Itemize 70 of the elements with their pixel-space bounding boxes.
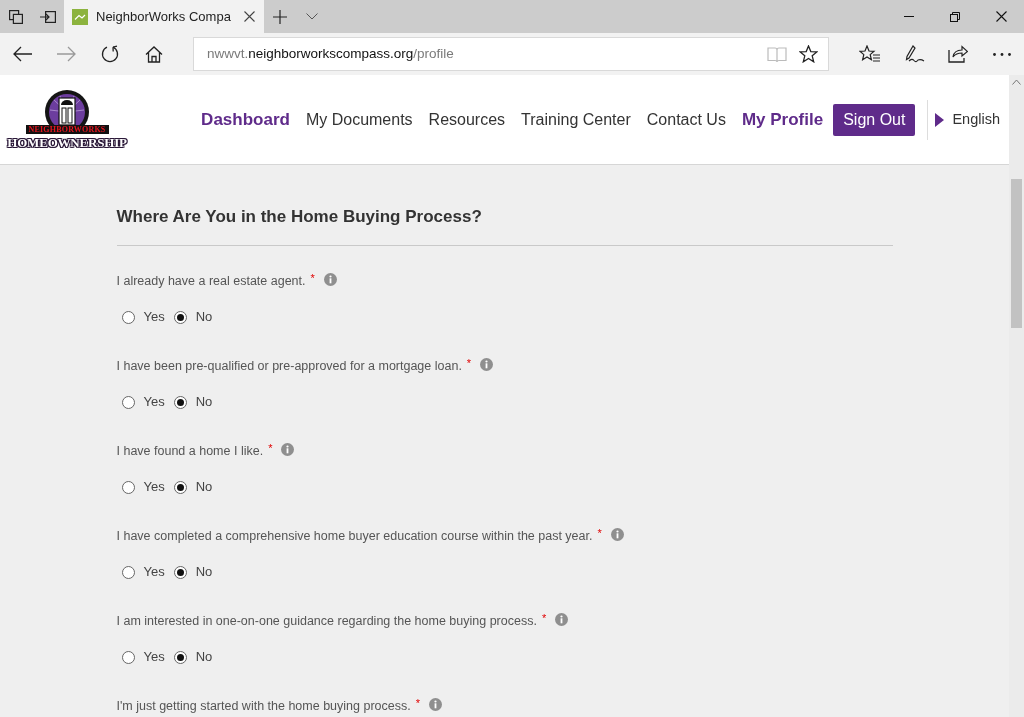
chevron-down-icon[interactable]	[306, 13, 318, 20]
nav-link[interactable]: Dashboard	[201, 108, 290, 131]
nav-link[interactable]: My Documents	[305, 108, 413, 131]
close-icon[interactable]	[995, 11, 1007, 22]
option-label[interactable]: Yes	[143, 478, 165, 496]
browser-tab[interactable]: NeighborWorks Compa	[64, 0, 264, 33]
question-text: I'm just getting started with the home buying process.	[116, 698, 411, 715]
share-icon[interactable]	[948, 45, 968, 63]
radio-button[interactable]	[173, 480, 187, 494]
info-icon[interactable]	[480, 357, 494, 371]
chevron-up-icon[interactable]	[1012, 79, 1021, 85]
nav-link[interactable]: Contact Us	[646, 108, 726, 131]
nav-link[interactable]: Training Center	[521, 108, 631, 131]
section-heading: Where Are You in the Home Buying Process?	[116, 206, 483, 228]
question-text: I already have a real estate agent.	[116, 273, 306, 290]
stacked-windows-icon[interactable]	[9, 9, 23, 24]
refresh-icon[interactable]	[101, 45, 119, 63]
info-icon[interactable]	[610, 527, 624, 541]
logo-wordmark: HOMEOWNERSHIP	[7, 134, 127, 150]
close-icon[interactable]	[244, 11, 255, 22]
scrollbar-thumb[interactable]	[1011, 179, 1022, 328]
info-icon[interactable]	[323, 272, 337, 286]
question-text: I have been pre-qualified or pre-approved for a mortgage loan.	[116, 358, 462, 375]
triangle-right-icon[interactable]	[935, 112, 945, 127]
favicon-icon	[72, 8, 88, 25]
option-label[interactable]: No	[195, 648, 213, 666]
question-text: I have found a home I like.	[116, 443, 264, 460]
star-list-icon[interactable]	[859, 45, 881, 63]
radio-button[interactable]	[121, 310, 135, 324]
required-mark: *	[597, 526, 602, 541]
radio-button[interactable]	[173, 310, 187, 324]
option-label[interactable]: Yes	[143, 648, 165, 666]
address-field[interactable]: nwwvt.neighborworkscompass.org/profile	[193, 37, 829, 71]
option-label[interactable]: No	[195, 478, 213, 496]
required-mark: *	[268, 441, 273, 456]
pen-icon[interactable]	[903, 45, 925, 63]
required-mark: *	[415, 696, 420, 711]
back-icon[interactable]	[12, 46, 32, 62]
question-text: I am interested in one-on-one guidance regarding the home buying process.	[116, 613, 537, 630]
more-icon[interactable]	[993, 52, 1011, 56]
option-label[interactable]: No	[195, 563, 213, 581]
info-icon[interactable]	[555, 612, 569, 626]
nav-link[interactable]: My Profile	[741, 108, 824, 131]
required-mark: *	[310, 271, 315, 286]
required-mark: *	[541, 611, 547, 626]
home-icon[interactable]	[145, 45, 163, 63]
radio-button[interactable]	[121, 480, 135, 494]
option-label[interactable]: No	[195, 308, 213, 326]
option-label[interactable]: Yes	[143, 308, 165, 326]
star-icon[interactable]	[799, 45, 818, 63]
language-selector[interactable]: English	[952, 108, 1000, 131]
radio-button[interactable]	[173, 650, 187, 664]
plus-icon[interactable]	[273, 9, 287, 24]
restore-icon[interactable]	[950, 11, 960, 22]
option-label[interactable]: No	[195, 393, 213, 411]
required-mark: *	[466, 356, 472, 371]
info-icon[interactable]	[429, 697, 442, 711]
radio-button[interactable]	[121, 650, 135, 664]
logo-banner: NEIGHBORWORKS	[25, 124, 109, 134]
sign-out-button[interactable]: Sign Out	[833, 103, 916, 136]
option-label[interactable]: Yes	[143, 393, 165, 411]
radio-button[interactable]	[173, 395, 187, 409]
option-label[interactable]: Yes	[143, 563, 165, 581]
question-text: I have completed a comprehensive home buyer education course within the past year.	[116, 528, 593, 545]
nav-link[interactable]: Resources	[428, 108, 506, 131]
radio-button[interactable]	[121, 395, 135, 409]
arrow-into-box-icon[interactable]	[40, 10, 56, 23]
info-icon[interactable]	[281, 442, 295, 456]
radio-button[interactable]	[173, 565, 187, 579]
radio-button[interactable]	[121, 565, 135, 579]
